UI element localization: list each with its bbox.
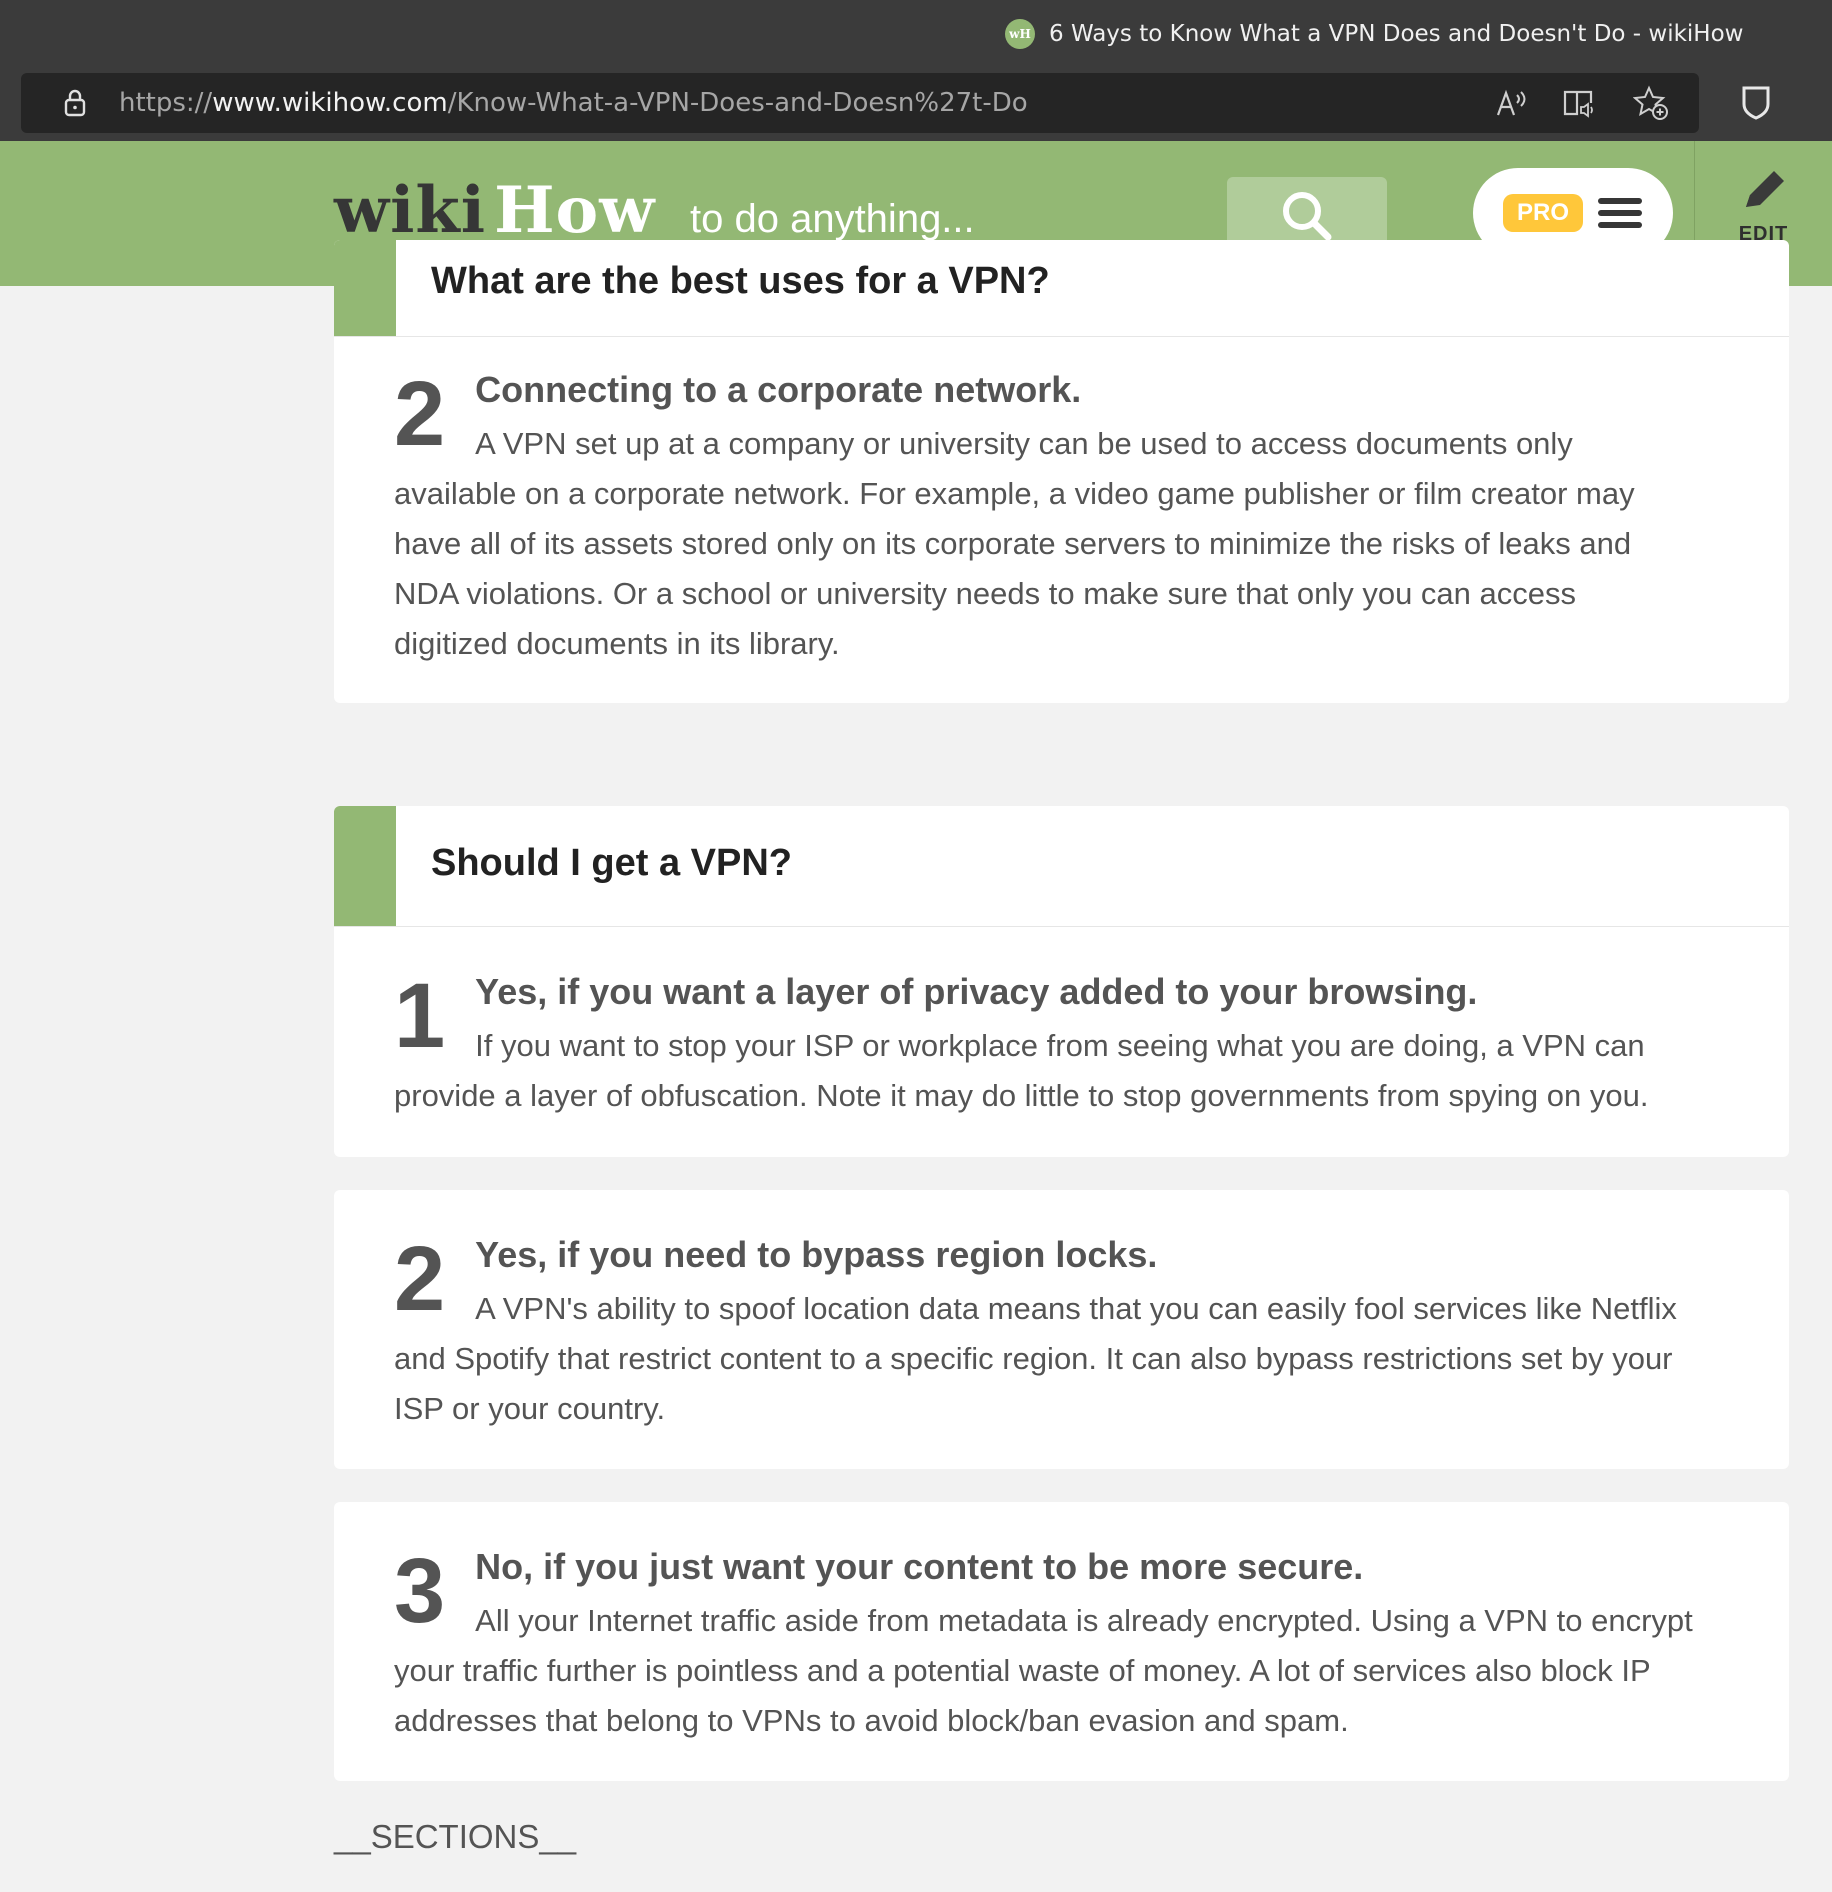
step-card: 2 Yes, if you need to bypass region lock… — [334, 1190, 1789, 1469]
tab-title: 6 Ways to Know What a VPN Does and Doesn… — [1049, 21, 1744, 47]
section-header: Should I get a VPN? — [334, 806, 1789, 927]
step: 1 Yes, if you want a layer of privacy ad… — [394, 967, 1697, 1121]
step-card: 1 Yes, if you want a layer of privacy ad… — [334, 927, 1789, 1157]
step: 2 Yes, if you need to bypass region lock… — [394, 1230, 1697, 1434]
wikihow-logo[interactable]: wiki How — [334, 179, 655, 243]
previous-section-header: What are the best uses for a VPN? — [334, 240, 1789, 337]
add-favorite-icon[interactable] — [1633, 85, 1669, 121]
step-body: If you want to stop your ISP or workplac… — [394, 1028, 1649, 1113]
logo-how: How — [494, 173, 656, 248]
sections-placeholder-text: __SECTIONS__ — [334, 1818, 577, 1855]
step-title: Yes, if you want a layer of privacy adde… — [475, 971, 1478, 1012]
url-text[interactable]: https://www.wikihow.com/Know-What-a-VPN-… — [119, 73, 1028, 133]
browser-chrome: wH 6 Ways to Know What a VPN Does and Do… — [0, 0, 1832, 141]
browser-tab[interactable]: wH 6 Ways to Know What a VPN Does and Do… — [1005, 14, 1743, 54]
step-card: 3 No, if you just want your content to b… — [334, 1502, 1789, 1781]
step-number: 2 — [394, 363, 446, 465]
step: 3 No, if you just want your content to b… — [394, 1542, 1697, 1746]
lock-icon[interactable] — [59, 87, 91, 119]
step-title: Connecting to a corporate network. — [475, 369, 1082, 410]
logo-wiki: wiki — [334, 173, 487, 248]
step-number: 2 — [394, 1228, 446, 1330]
immersive-reader-icon[interactable] — [1561, 85, 1597, 121]
url-host: www.wikihow.com — [212, 88, 448, 118]
step-body: A VPN's ability to spoof location data m… — [394, 1291, 1677, 1426]
step-body: A VPN set up at a company or university … — [394, 426, 1635, 661]
section-accent-bar — [334, 806, 396, 926]
step-card: 2 Connecting to a corporate network. A V… — [334, 337, 1789, 703]
pencil-icon — [1745, 171, 1784, 207]
previous-section-title: What are the best uses for a VPN? — [431, 260, 1050, 302]
wikihow-favicon-icon: wH — [1005, 19, 1035, 49]
step-body: All your Internet traffic aside from met… — [394, 1603, 1693, 1738]
read-aloud-icon[interactable] — [1493, 85, 1529, 121]
search-icon — [1283, 192, 1332, 241]
address-bar[interactable]: https://www.wikihow.com/Know-What-a-VPN-… — [21, 73, 1699, 133]
step-number: 3 — [394, 1540, 446, 1642]
browser-essentials-shield-icon[interactable] — [1736, 82, 1776, 122]
section-title: Should I get a VPN? — [431, 842, 793, 884]
step-title: Yes, if you need to bypass region locks. — [475, 1234, 1158, 1275]
pro-badge: PRO — [1502, 194, 1583, 232]
step: 2 Connecting to a corporate network. A V… — [394, 365, 1697, 669]
step-title: No, if you just want your content to be … — [475, 1546, 1364, 1587]
hamburger-menu-icon — [1598, 198, 1642, 228]
step-number: 1 — [394, 965, 446, 1067]
section-accent-bar — [334, 240, 396, 336]
url-path: /Know-What-a-VPN-Does-and-Doesn%27t-Do — [447, 88, 1028, 118]
url-scheme: https:// — [119, 88, 213, 118]
